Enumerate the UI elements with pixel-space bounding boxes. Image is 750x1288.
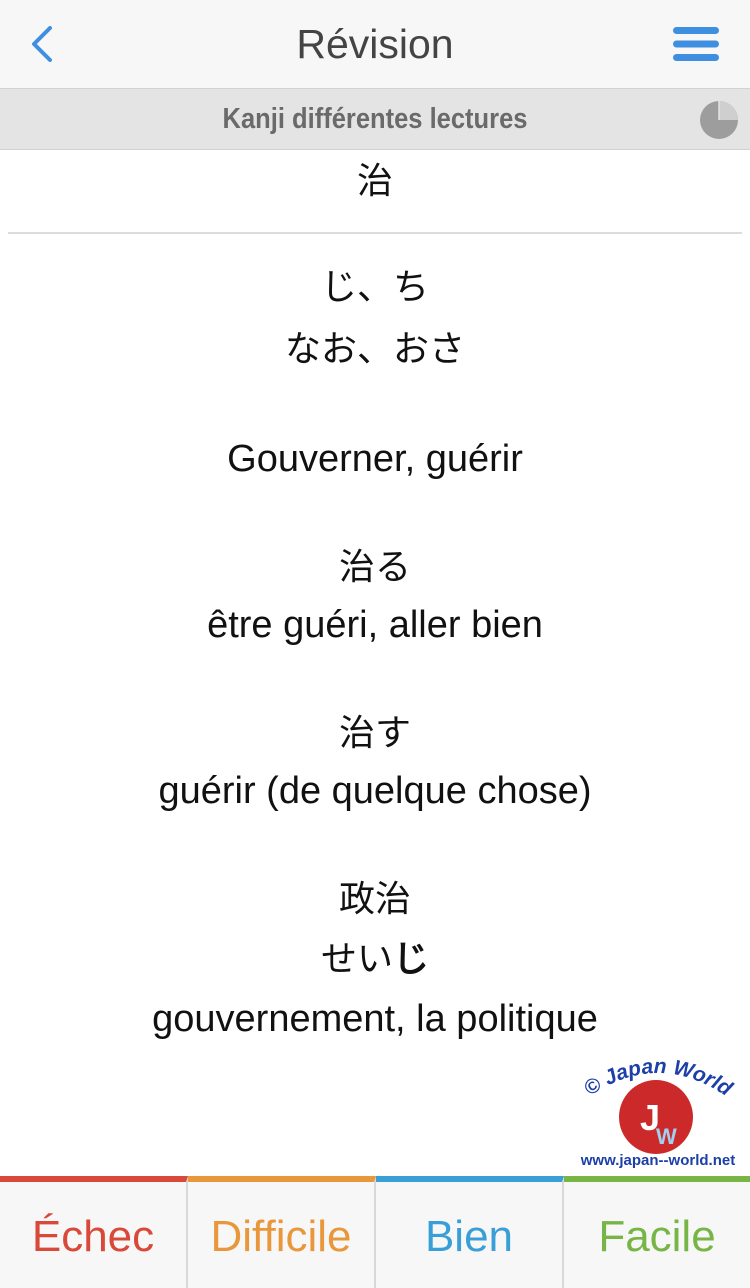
example-word: 政治 xyxy=(338,879,411,920)
easy-button-label: Facile xyxy=(598,1212,716,1261)
good-button-label: Bien xyxy=(424,1212,514,1261)
hamburger-menu-icon xyxy=(673,27,719,61)
example-word: 治る xyxy=(338,547,411,588)
fail-button[interactable]: Échec xyxy=(0,1176,188,1288)
fail-button-label: Échec xyxy=(31,1212,155,1261)
easy-button[interactable]: Facile xyxy=(564,1176,750,1288)
kanji-meaning: Gouverner, guérir xyxy=(227,438,523,480)
reading-plain: せい xyxy=(320,939,393,980)
difficult-button-label: Difficile xyxy=(210,1212,352,1261)
onyomi-reading: じ、ち xyxy=(320,267,429,308)
progress-pie-icon xyxy=(700,101,738,139)
example-meaning: gouvernement, la politique xyxy=(152,998,598,1040)
reading-highlight: じ xyxy=(393,939,430,980)
example-reading: せいじ xyxy=(0,934,750,986)
example-meaning: guérir (de quelque chose) xyxy=(158,770,592,812)
divider xyxy=(8,232,742,234)
watermark-url: www.japan--world.net xyxy=(580,1152,736,1169)
kunyomi-reading: なお、おさ xyxy=(284,329,465,370)
deck-header: Kanji différentes lectures xyxy=(0,88,750,150)
deck-title: Kanji différentes lectures xyxy=(222,103,528,135)
answer-bar: Échec Difficile Bien Facile xyxy=(0,1176,750,1288)
menu-button[interactable] xyxy=(664,14,728,74)
example-meaning: être guéri, aller bien xyxy=(207,604,543,646)
navigation-bar: Révision xyxy=(0,0,750,88)
good-button[interactable]: Bien xyxy=(376,1176,564,1288)
kanji-character: 治 xyxy=(356,161,393,202)
example-word: 治す xyxy=(338,713,411,754)
svg-text:W: W xyxy=(656,1124,677,1149)
page-title: Révision xyxy=(296,21,454,67)
difficult-button[interactable]: Difficile xyxy=(188,1176,376,1288)
